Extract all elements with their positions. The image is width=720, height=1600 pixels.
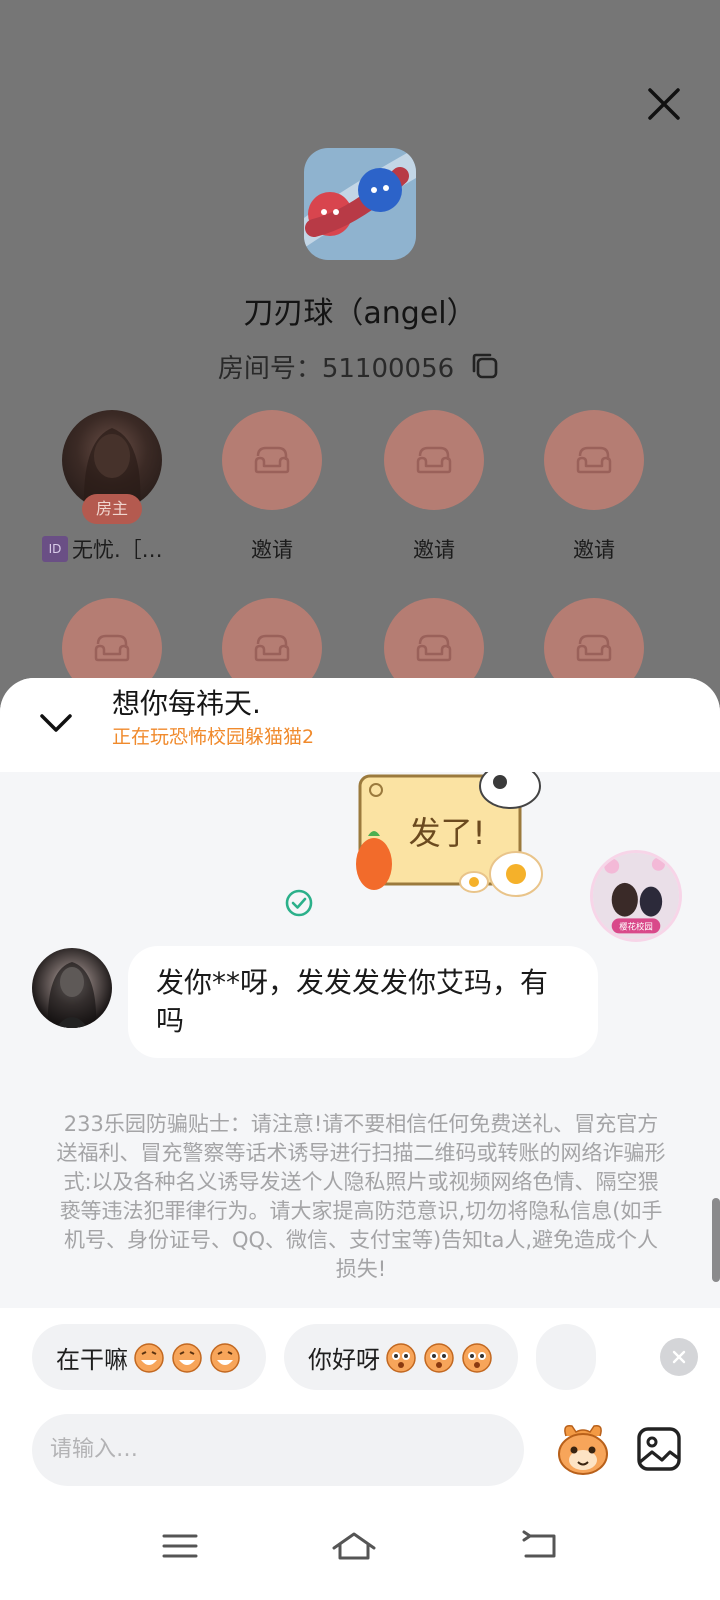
id-badge-icon: ID: [42, 536, 68, 562]
host-name-text: 无忧.［…: [72, 538, 163, 562]
anti-fraud-tips: 233乐园防骗贴士：请注意!请不要相信任何免费送礼、冒充官方送福利、冒充警察等话…: [56, 1112, 666, 1281]
invite-label: 邀请: [573, 538, 615, 562]
room-panel: 刀刃球（angel） 房间号：51100056 房主 ID 无忧.［… 邀请 邀…: [0, 0, 720, 700]
sofa-icon: [544, 410, 644, 510]
quick-reply-text: 你好呀: [308, 1345, 380, 1374]
laughing-face-icon: [170, 1340, 204, 1374]
message-list[interactable]: 发了! 樱花校园 发你**呀，发发发发你艾玛，有吗 233乐园防骗贴士：请注意!…: [0, 763, 720, 1296]
chevron-down-icon[interactable]: [34, 700, 78, 744]
surprised-face-icon: [460, 1340, 494, 1374]
laughing-face-icon: [208, 1340, 242, 1374]
sticker-message[interactable]: 发了!: [340, 763, 560, 912]
seat-host[interactable]: 房主 ID 无忧.［…: [42, 410, 163, 562]
chat-header: 想你每祎天. 正在玩恐怖校园躲猫猫2: [0, 678, 720, 772]
seat-invite[interactable]: 邀请: [222, 410, 322, 562]
quick-reply-text: 在干嘛: [56, 1345, 128, 1374]
home-icon[interactable]: [330, 1526, 378, 1566]
chat-contact-name: 想你每祎天.: [112, 687, 261, 720]
quick-reply-chip[interactable]: 你好呀: [284, 1324, 518, 1390]
surprised-face-icon: [384, 1340, 418, 1374]
invite-label: 邀请: [413, 538, 455, 562]
game-title: 刀刃球（angel）: [243, 296, 477, 331]
copy-icon[interactable]: [468, 349, 502, 383]
sofa-icon: [222, 410, 322, 510]
back-icon[interactable]: [516, 1526, 564, 1566]
emoji-icon[interactable]: [552, 1418, 614, 1480]
room-number: 房间号：51100056: [217, 353, 455, 384]
close-quick-replies-icon[interactable]: [660, 1338, 698, 1376]
chat-sheet: 想你每祎天. 正在玩恐怖校园躲猫猫2 发了! 樱花校园 发你**呀，发发发发你艾…: [0, 678, 720, 1600]
message-input[interactable]: 请输入…: [32, 1414, 524, 1486]
my-avatar-caption: 樱花校园: [619, 922, 653, 932]
quick-reply-row[interactable]: 在干嘛 你好呀: [32, 1324, 632, 1390]
scrollbar[interactable]: [712, 1198, 720, 1282]
laughing-face-icon: [132, 1340, 166, 1374]
seat-invite[interactable]: 邀请: [544, 410, 644, 562]
contact-avatar[interactable]: [32, 948, 112, 1028]
invite-label: 邀请: [251, 538, 293, 562]
surprised-face-icon: [422, 1340, 456, 1374]
sticker-text: 发了!: [408, 814, 486, 852]
image-icon[interactable]: [634, 1424, 684, 1474]
room-number-row: 房间号：51100056: [0, 344, 720, 388]
close-icon[interactable]: [640, 80, 688, 128]
menu-icon[interactable]: [156, 1526, 204, 1566]
sofa-icon: [384, 410, 484, 510]
system-nav-bar: [0, 1498, 720, 1600]
host-name: ID 无忧.［…: [42, 534, 182, 564]
chat-contact-status: 正在玩恐怖校园躲猫猫2: [112, 726, 315, 748]
quick-reply-chip[interactable]: [536, 1324, 596, 1390]
host-badge: 房主: [82, 494, 142, 524]
my-avatar[interactable]: 樱花校园: [590, 850, 682, 942]
quick-reply-chip[interactable]: 在干嘛: [32, 1324, 266, 1390]
game-icon: [304, 148, 416, 260]
seat-invite[interactable]: 邀请: [384, 410, 484, 562]
received-message-bubble[interactable]: 发你**呀，发发发发你艾玛，有吗: [128, 946, 598, 1058]
read-check-icon: [285, 889, 313, 917]
